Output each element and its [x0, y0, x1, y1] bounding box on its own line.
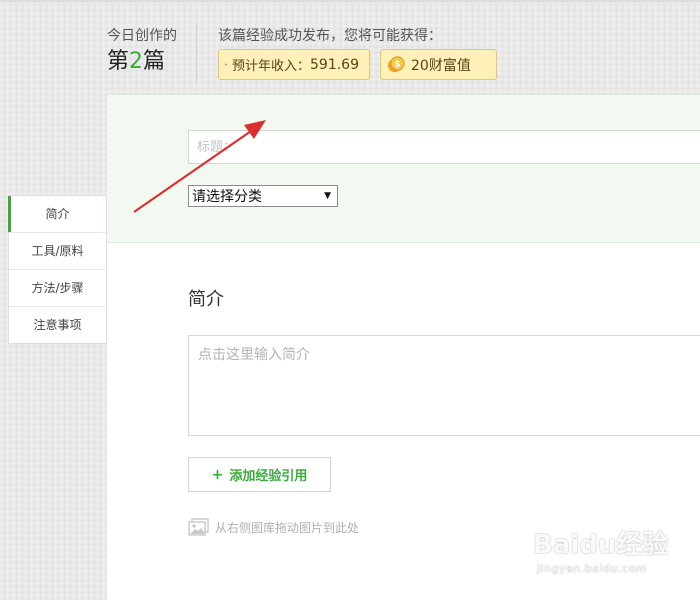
- income-value: 591.69: [310, 56, 359, 73]
- drag-hint-text: 从右侧图库拖动图片到此处: [215, 520, 360, 535]
- svg-text:$: $: [394, 60, 400, 70]
- nav-item-notes[interactable]: 注意事项: [9, 306, 106, 343]
- nav-item-tools-materials[interactable]: 工具/原料: [9, 232, 106, 269]
- red-envelope-icon: [225, 63, 227, 66]
- plus-icon: +: [211, 466, 224, 483]
- add-reference-label: 添加经验引用: [229, 469, 308, 484]
- add-experience-reference-button[interactable]: + 添加经验引用: [188, 457, 331, 492]
- gold-coin-icon: $: [387, 56, 405, 73]
- intro-textarea[interactable]: [188, 335, 700, 436]
- nav-item-methods-steps[interactable]: 方法/步骤: [9, 269, 106, 306]
- article-count: 第2篇: [107, 46, 165, 78]
- image-drop-zone[interactable]: 从右侧图库拖动图片到此处: [188, 518, 359, 536]
- nav-item-intro[interactable]: 简介: [8, 196, 106, 232]
- editor-title-section: 请选择分类 ▼: [107, 94, 700, 243]
- header-divider: [196, 24, 197, 82]
- count-suffix: 篇: [143, 49, 166, 74]
- estimated-income-badge: 预计年收入： 591.69: [218, 49, 370, 80]
- income-label: 预计年收入：: [231, 59, 310, 74]
- image-icon: [188, 518, 209, 536]
- wealth-value-badge: $ 20财富值: [380, 49, 497, 80]
- intro-heading: 简介: [188, 289, 224, 310]
- dropdown-arrow-icon: ▼: [324, 191, 331, 201]
- publish-reward-note: 该篇经验成功发布，您将可能获得：: [218, 28, 442, 44]
- count-prefix: 第: [107, 49, 130, 74]
- section-nav: 简介 工具/原料 方法/步骤 注意事项: [8, 195, 107, 344]
- category-selected-value: 请选择分类: [192, 189, 262, 205]
- top-border: [0, 0, 700, 2]
- title-input[interactable]: [188, 130, 700, 164]
- wealth-value: 20财富值: [411, 57, 471, 74]
- category-select[interactable]: 请选择分类 ▼: [188, 185, 338, 207]
- count-number: 2: [129, 49, 144, 74]
- editor-panel: 请选择分类 ▼ 简介 + 添加经验引用 从右侧图库拖动图片到此处: [107, 94, 700, 600]
- today-created-label: 今日创作的: [107, 28, 177, 44]
